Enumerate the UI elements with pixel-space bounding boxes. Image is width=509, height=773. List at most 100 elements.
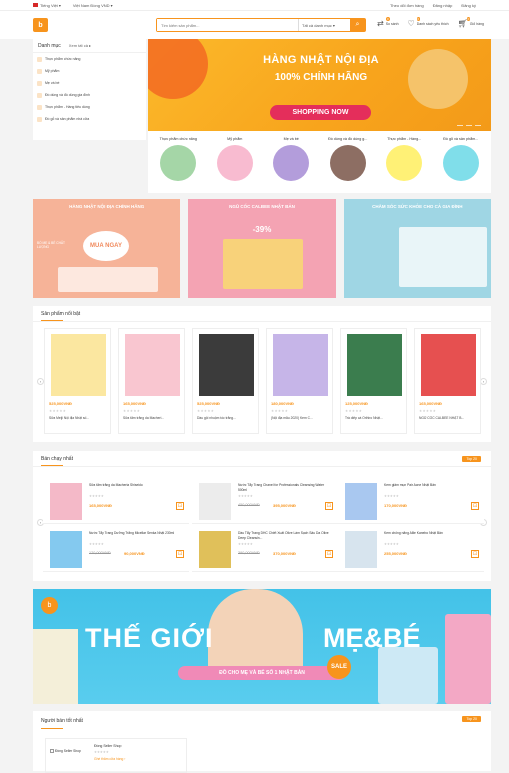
compare-button[interactable]: ⇄ 0 So sánh — [377, 17, 399, 28]
rating-stars: ★★★★★ — [345, 409, 363, 413]
wishlist-button[interactable]: ♡ 0 Danh sách yêu thích — [407, 17, 449, 28]
bestseller-card[interactable]: Kem giảm mụn Pair Acne Nhật Bản ★★★★★ 170,… — [338, 479, 484, 524]
register-link[interactable]: Đăng ký — [461, 3, 476, 8]
top-20-button[interactable]: Top 20 — [462, 716, 481, 722]
product-name: Sữa Meiji Nội địa Nhật số... — [49, 416, 90, 420]
category-tile[interactable]: Thực phẩm - Hàng... — [376, 137, 433, 187]
seller-card[interactable]: Đồng Seller Shop Đồng Seller Shop ★★★★★ … — [45, 738, 187, 773]
add-to-cart-button[interactable]: ⊡ — [325, 550, 333, 558]
sidebar-item-furniture[interactable]: Đồ gỗ và sản phẩm nhà cửa — [33, 113, 146, 125]
view-all-categories-link[interactable]: Xem tất cả ▸ — [69, 43, 91, 48]
shopping-now-button[interactable]: SHOPPING NOW — [270, 105, 371, 120]
carousel-prev-button[interactable]: ‹ — [37, 378, 44, 385]
add-to-cart-button[interactable]: ⊡ — [176, 550, 184, 558]
brand-logo: b — [41, 597, 58, 614]
category-icon — [37, 92, 42, 98]
vietnam-flag-icon — [33, 3, 38, 8]
search-input[interactable] — [157, 19, 298, 31]
category-sidebar: Danh mục Xem tất cả ▸ Thực phẩm chức năn… — [33, 39, 146, 140]
product-image — [347, 334, 402, 396]
cart-button[interactable]: 🛒︎ 0 Giỏ hàng — [458, 17, 484, 28]
bestseller-card[interactable]: Dầu Tẩy Trang DHC Chiết Xuất Olive Làm S… — [192, 527, 338, 572]
promo-banners: HÀNG NHẬT NỘI ĐỊA CHÍNH HÃNG MUA NGAY BỔ… — [33, 199, 491, 298]
category-image — [329, 145, 366, 181]
category-icon — [37, 104, 42, 110]
category-image — [216, 145, 253, 181]
visit-store-link[interactable]: Ghé thăm cửa hàng › — [94, 757, 125, 761]
product-card[interactable]: 125,000VNĐ ★★★★★ Trà diếp cá Orihiro Nhật.… — [340, 328, 407, 434]
health-products-image — [398, 227, 487, 287]
bestseller-card[interactable]: Nước Tẩy Trang Dưỡng Trắng Micellar Senk… — [43, 527, 189, 572]
bestseller-card[interactable]: Kem chống nắng Allie Kanebo Nhật Bản ★★★★… — [338, 527, 484, 572]
product-image — [273, 334, 328, 396]
add-to-cart-button[interactable]: ⊡ — [176, 502, 184, 510]
category-icon — [37, 68, 42, 74]
bestsellers-section: Bán chạy nhất Top 20 ‹ › Sữa tắm trắng d… — [33, 451, 491, 581]
section-title: Bán chạy nhất — [33, 451, 491, 467]
sidebar-item-cosmetics[interactable]: Mỹ phẩm — [33, 65, 146, 77]
track-order-link[interactable]: Theo dõi đơn hàng — [390, 3, 424, 8]
add-to-cart-button[interactable]: ⊡ — [471, 550, 479, 558]
search-icon: ⌕ — [355, 21, 360, 28]
wishlist-count-badge: 0 — [416, 17, 421, 21]
promo-banner[interactable]: HÀNG NHẬT NỘI ĐỊA CHÍNH HÃNG MUA NGAY BỔ… — [33, 199, 181, 298]
search-button[interactable]: ⌕ — [350, 19, 365, 31]
currency-switcher[interactable]: Việt Nam Đồng VND ▾ — [73, 3, 113, 8]
cart-count-badge: 0 — [466, 17, 471, 21]
banner-subtitle: ĐỒ CHO MẸ VÀ BÉ SỐ 1 NHẬT BẢN — [178, 666, 346, 680]
add-to-cart-button[interactable]: ⊡ — [471, 502, 479, 510]
seller-logo: Đồng Seller Shop — [50, 749, 90, 754]
sidebar-item-household[interactable]: Đồ dùng và đồ dùng gia đình — [33, 89, 146, 101]
product-image — [50, 483, 82, 520]
product-name: NGŨ CỐC CALBEE NHẬT B... — [419, 416, 465, 420]
product-card[interactable]: 165,000VNĐ ★★★★★ NGŨ CỐC CALBEE NHẬT B... — [414, 328, 481, 434]
promo-banner[interactable]: CHĂM SÓC SỨC KHỎE CHO CẢ GIA ĐÌNH — [343, 199, 491, 298]
bestseller-card[interactable]: Nước Tẩy Trang Chanel for Professionals … — [192, 479, 338, 524]
category-image — [386, 145, 423, 181]
language-switcher[interactable]: Tiếng Việt ▾ — [33, 3, 61, 8]
sale-badge: SALE — [327, 655, 351, 679]
add-to-cart-button[interactable]: ⊡ — [325, 502, 333, 510]
product-name: Sữa tắm trắng da Macheri... — [123, 416, 165, 420]
category-tile[interactable]: Mỹ phẩm — [207, 137, 264, 187]
category-image — [442, 145, 479, 181]
product-card[interactable]: 525,000VNĐ ★★★★★ Dầu gội nhuộm tóc trắng..… — [192, 328, 259, 434]
section-title: Sản phẩm nổi bật — [33, 306, 491, 322]
product-card[interactable]: 525,000VNĐ ★★★★★ Sữa Meiji Nội địa Nhật số… — [44, 328, 111, 434]
carousel-next-button[interactable]: › — [480, 378, 487, 385]
featured-products-section: Sản phẩm nổi bật ‹ › 525,000VNĐ ★★★★★ Sữa … — [33, 306, 491, 442]
hero-headline: HÀNG NHẬT NỘI ĐỊA — [263, 54, 379, 66]
top-20-button[interactable]: Top 20 — [462, 456, 481, 462]
login-link[interactable]: Đăng nhập — [433, 3, 453, 8]
product-name: Trà diếp cá Orihiro Nhật... — [345, 416, 383, 420]
search-category-select[interactable]: Tất cả danh mục ▾ — [298, 19, 350, 31]
carousel-dots[interactable] — [457, 124, 481, 126]
site-logo[interactable]: b — [33, 18, 48, 32]
sidebar-item-supplements[interactable]: Thực phẩm chức năng — [33, 53, 146, 65]
category-tile[interactable]: Thực phẩm chức năng — [150, 137, 207, 187]
banner-title-left: THẾ GIỚI — [85, 623, 214, 653]
hero-subheadline: 100% CHÍNH HÃNG — [274, 72, 368, 83]
sidebar-item-mom-baby[interactable]: Mẹ và bé — [33, 77, 146, 89]
sidebar-item-food[interactable]: Thực phẩm - Hàng tiêu dùng — [33, 101, 146, 113]
product-image — [125, 334, 180, 396]
product-group-image — [58, 267, 158, 292]
top-bar: Tiếng Việt ▾ Việt Nam Đồng VND ▾ Theo dõ… — [0, 0, 509, 11]
category-tile[interactable]: Đồ gỗ và sản phẩm... — [433, 137, 490, 187]
hero-banner[interactable]: HÀNG NHẬT NỘI ĐỊA 100% CHÍNH HÃNG SHOPPI… — [148, 39, 491, 131]
category-tile[interactable]: Mẹ và bé — [263, 137, 320, 187]
baby-image — [208, 589, 303, 669]
bestseller-card[interactable]: Sữa tắm trắng da Macheria Shiseido ★★★★★ 1… — [43, 479, 189, 524]
buy-now-badge: MUA NGAY — [83, 231, 129, 261]
promo-banner[interactable]: NGŨ CỐC CALBEE NHẬT BẢN -39% — [188, 199, 336, 298]
discount-label: -39% — [252, 225, 272, 234]
hero-decoration — [148, 39, 208, 99]
product-name: Dầu gội nhuộm tóc trắng... — [197, 416, 236, 420]
rating-stars: ★★★★★ — [197, 409, 215, 413]
product-card[interactable]: 165,000VNĐ ★★★★★ Sữa tắm trắng da Macheri.… — [118, 328, 185, 434]
mom-baby-banner[interactable]: b THẾ GIỚI MẸ&BÉ ĐỒ CHO MẸ VÀ BÉ SỐ 1 NH… — [33, 589, 491, 704]
product-card[interactable]: 180,000VNĐ ★★★★★ (Nội địa mẫu 2020) Kem C.… — [266, 328, 333, 434]
rating-stars: ★★★★★ — [419, 409, 437, 413]
heart-icon: ♡ — [407, 19, 415, 28]
category-tile[interactable]: Đồ dùng và đồ dùng g... — [320, 137, 377, 187]
